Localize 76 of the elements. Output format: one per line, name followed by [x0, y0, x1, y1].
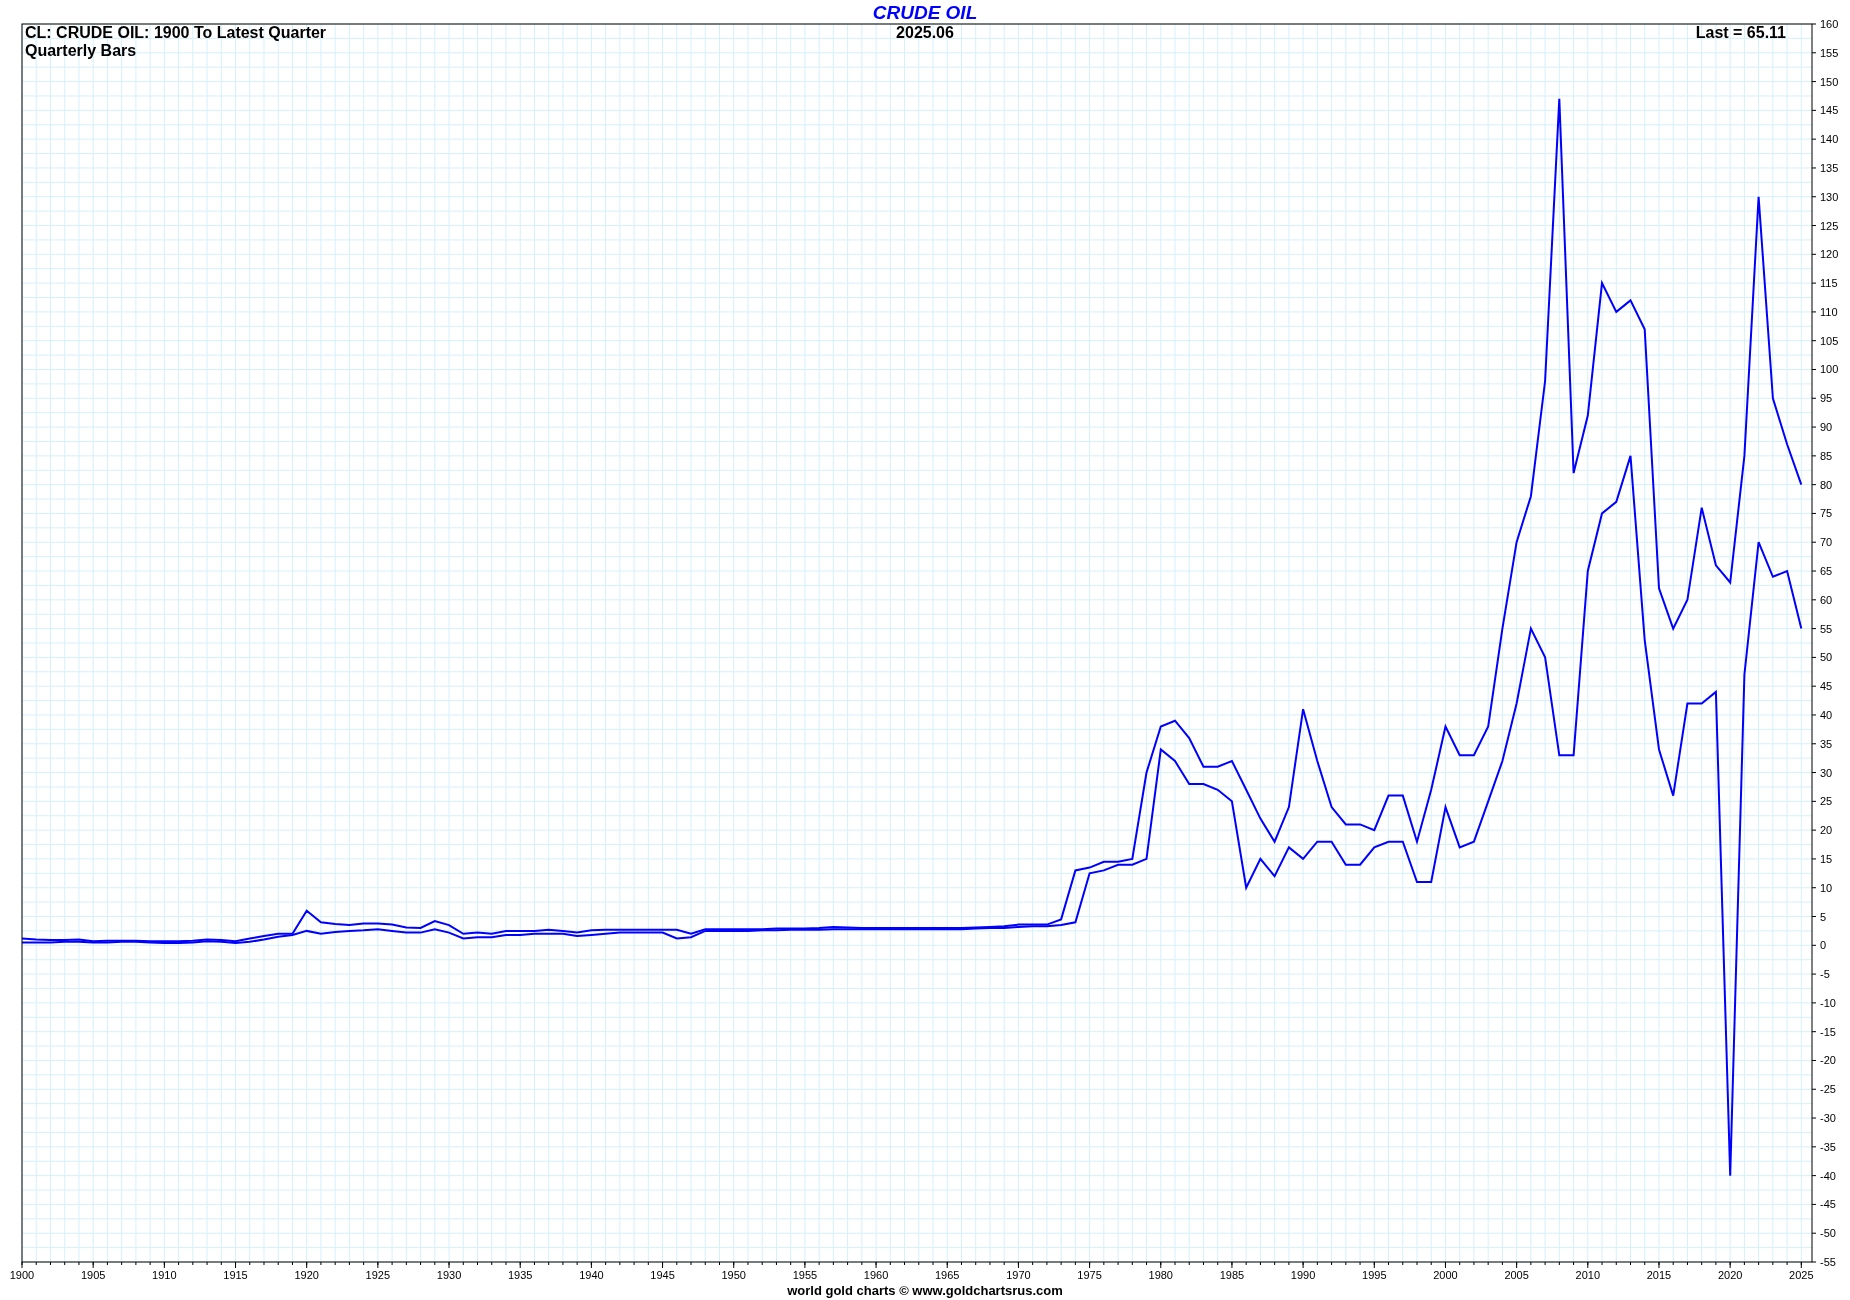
- y-axis-label: 130: [1820, 190, 1839, 203]
- y-axis-label: 85: [1820, 449, 1833, 462]
- x-axis-label: 2005: [1504, 1269, 1529, 1281]
- y-axis-label: 160: [1820, 18, 1839, 30]
- y-axis-label: 140: [1820, 133, 1839, 146]
- y-axis-label: -15: [1820, 1025, 1836, 1038]
- y-axis-label: 0: [1820, 939, 1827, 952]
- x-axis-label: 2020: [1717, 1269, 1743, 1281]
- y-axis-label: 15: [1820, 852, 1833, 865]
- x-axis-label: 2010: [1575, 1269, 1601, 1281]
- y-axis-label: -30: [1820, 1112, 1836, 1125]
- y-axis-label: 150: [1820, 75, 1839, 88]
- y-axis-label: 110: [1820, 305, 1838, 318]
- y-axis-label: 155: [1820, 46, 1839, 59]
- y-axis-label: 135: [1820, 161, 1839, 174]
- y-axis-label: 30: [1820, 766, 1833, 779]
- x-axis-label: 1915: [223, 1269, 248, 1281]
- chart-date: 2025.06: [896, 24, 954, 41]
- x-axis-label: 1970: [1006, 1269, 1031, 1281]
- x-axis-label: 1925: [365, 1269, 391, 1281]
- x-axis-label: 1995: [1362, 1269, 1387, 1281]
- x-axis-label: 1980: [1148, 1269, 1173, 1281]
- y-axis-label: 35: [1820, 737, 1833, 750]
- last-price-label: Last = 65.11: [1695, 24, 1786, 41]
- y-axis-label: 5: [1820, 910, 1827, 923]
- y-axis-label: -55: [1820, 1256, 1836, 1268]
- chart-subtitle: CL: CRUDE OIL: 1900 To Latest Quarter: [25, 24, 327, 41]
- y-axis-label: 50: [1820, 651, 1833, 664]
- y-axis-label: 120: [1820, 248, 1839, 261]
- y-axis-label: 115: [1820, 277, 1838, 290]
- x-axis-label: 1955: [792, 1269, 818, 1281]
- chart-subtitle: Quarterly Bars: [25, 42, 137, 59]
- footer-credit: world gold charts © www.goldchartsrus.com: [787, 1283, 1063, 1298]
- y-axis-label: -35: [1820, 1140, 1836, 1153]
- y-axis-label: 65: [1820, 565, 1833, 577]
- y-axis-label: -40: [1820, 1169, 1836, 1182]
- x-axis-label: 2025: [1789, 1269, 1814, 1281]
- x-axis-label: 1930: [436, 1269, 462, 1281]
- y-axis-label: 40: [1820, 709, 1833, 721]
- x-axis-label: 2000: [1433, 1269, 1458, 1281]
- y-axis-label: 100: [1820, 363, 1839, 376]
- x-axis-label: 2015: [1646, 1269, 1672, 1281]
- y-axis-label: 75: [1820, 507, 1833, 520]
- x-axis-label: 1945: [650, 1269, 675, 1281]
- y-axis-label: -5: [1820, 968, 1830, 981]
- y-axis-label: 105: [1820, 334, 1839, 347]
- y-axis-label: 145: [1820, 104, 1839, 117]
- y-axis-label: 60: [1820, 593, 1833, 606]
- x-axis-label: 1960: [863, 1269, 889, 1281]
- y-axis-label: -10: [1820, 996, 1836, 1009]
- y-axis-label: 70: [1820, 536, 1833, 549]
- x-axis-label: 1920: [294, 1269, 319, 1281]
- y-axis-label: 125: [1820, 219, 1839, 232]
- y-axis-label: 25: [1820, 795, 1833, 808]
- x-axis-label: 1905: [80, 1269, 106, 1281]
- y-axis-label: 80: [1820, 478, 1833, 491]
- chart-title: CRUDE OIL: [872, 2, 978, 23]
- y-axis-label: -50: [1820, 1227, 1836, 1240]
- y-axis-label: 10: [1820, 881, 1833, 894]
- x-axis-label: 1950: [721, 1269, 746, 1281]
- x-axis-label: 1965: [935, 1269, 960, 1281]
- x-axis-label: 1910: [152, 1269, 177, 1281]
- y-axis-label: 90: [1820, 421, 1833, 434]
- x-axis-label: 1975: [1077, 1269, 1102, 1281]
- x-axis-label: 1900: [9, 1269, 35, 1281]
- y-axis-label: 95: [1820, 392, 1833, 405]
- x-axis-label: 1935: [507, 1269, 533, 1281]
- y-axis-label: -20: [1820, 1054, 1836, 1067]
- y-axis-label: -45: [1820, 1198, 1836, 1211]
- y-axis-label: 45: [1820, 680, 1833, 693]
- y-axis-label: 20: [1820, 824, 1833, 837]
- x-axis-label: 1940: [579, 1269, 604, 1281]
- x-axis-label: 1985: [1219, 1269, 1245, 1281]
- y-axis-label: -25: [1820, 1083, 1836, 1096]
- x-axis-label: 1990: [1290, 1269, 1316, 1281]
- y-axis-label: 55: [1820, 622, 1833, 635]
